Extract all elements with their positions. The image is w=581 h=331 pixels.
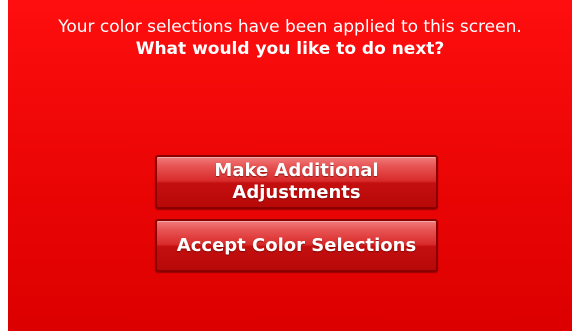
next-step-prompt: What would you like to do next? [135, 39, 445, 59]
confirmation-message: Your color selections have been applied … [8, 16, 572, 60]
applied-message-text: Your color selections have been applied … [58, 17, 522, 37]
accept-color-selections-label: Accept Color Selections [176, 234, 417, 256]
accept-color-selections-button[interactable]: Accept Color Selections [155, 219, 438, 272]
color-confirmation-screen: Your color selections have been applied … [8, 0, 572, 331]
make-additional-adjustments-label: Make Additional Adjustments [214, 160, 379, 203]
make-additional-adjustments-button[interactable]: Make Additional Adjustments [155, 155, 438, 209]
